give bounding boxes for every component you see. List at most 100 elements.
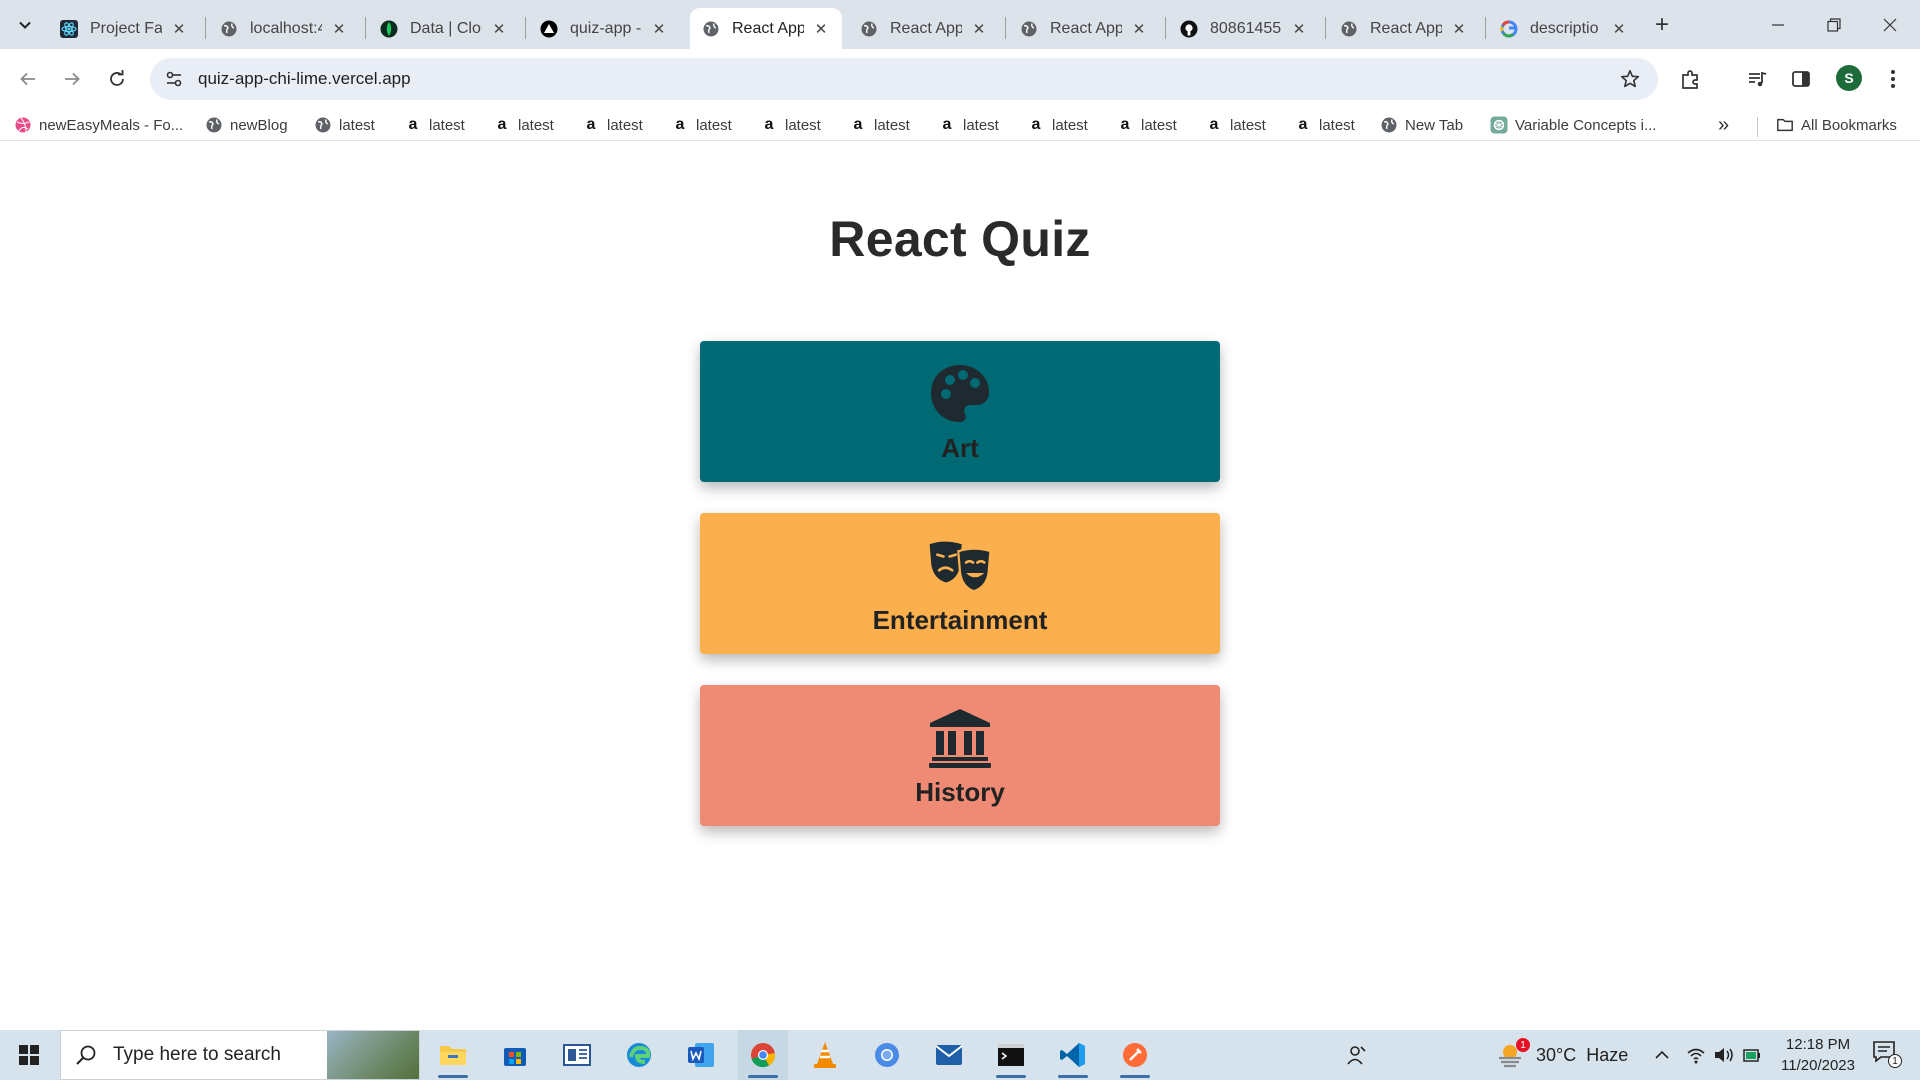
browser-tab[interactable]: Project Fai ✕ bbox=[48, 8, 200, 49]
bookmark-item[interactable]: a latest bbox=[671, 113, 732, 137]
profile-avatar[interactable]: S bbox=[1836, 65, 1862, 91]
taskbar-clock[interactable]: 12:18 PM 11/20/2023 bbox=[1768, 1034, 1868, 1076]
bookmark-item[interactable]: Variable Concepts i... bbox=[1490, 113, 1656, 137]
taskbar-word[interactable] bbox=[676, 1030, 726, 1080]
bookmark-item[interactable]: a latest bbox=[582, 113, 643, 137]
site-info-button[interactable] bbox=[156, 61, 192, 97]
close-icon[interactable]: ✕ bbox=[1290, 20, 1308, 38]
close-icon[interactable]: ✕ bbox=[1450, 20, 1468, 38]
bookmark-item[interactable]: a latest bbox=[849, 113, 910, 137]
tab-title: React App bbox=[732, 19, 804, 37]
reload-button[interactable] bbox=[101, 63, 133, 95]
minimize-icon bbox=[1772, 23, 1784, 26]
bookmark-item[interactable]: a latest bbox=[493, 113, 554, 137]
bookmark-item[interactable]: a latest bbox=[1116, 113, 1177, 137]
all-bookmarks-button[interactable]: All Bookmarks bbox=[1776, 113, 1897, 137]
battery-button[interactable] bbox=[1742, 1030, 1762, 1080]
address-bar[interactable]: quiz-app-chi-lime.vercel.app bbox=[150, 58, 1658, 100]
extensions-button[interactable] bbox=[1676, 64, 1706, 94]
bookmark-item[interactable]: New Tab bbox=[1380, 113, 1463, 137]
close-icon[interactable]: ✕ bbox=[970, 20, 988, 38]
new-tab-button[interactable]: + bbox=[1646, 10, 1678, 40]
weather-widget[interactable]: 1 30°C Haze bbox=[1496, 1030, 1628, 1080]
bookmark-item[interactable]: a latest bbox=[1294, 113, 1355, 137]
bookmark-item[interactable]: newBlog bbox=[205, 113, 288, 137]
browser-tab[interactable]: localhost:4 ✕ bbox=[208, 8, 360, 49]
minimize-button[interactable] bbox=[1750, 0, 1806, 49]
taskbar-chromium[interactable] bbox=[862, 1030, 912, 1080]
back-button[interactable] bbox=[12, 63, 44, 95]
weather-text: 30°C Haze bbox=[1536, 1044, 1629, 1065]
amazon-icon: a bbox=[675, 116, 685, 133]
bookmark-item[interactable]: a latest bbox=[760, 113, 821, 137]
people-button[interactable] bbox=[1346, 1030, 1368, 1080]
browser-menu-button[interactable] bbox=[1878, 64, 1908, 94]
tab-search-button[interactable] bbox=[10, 10, 40, 40]
category-history-card[interactable]: History bbox=[700, 685, 1220, 826]
chrome-icon bbox=[751, 1043, 776, 1068]
bookmark-item[interactable]: newEasyMeals - Fo... bbox=[14, 113, 183, 137]
restore-button[interactable] bbox=[1806, 0, 1862, 49]
tab-title: React App bbox=[1050, 19, 1122, 37]
browser-tab[interactable]: React App ✕ bbox=[848, 8, 1000, 49]
bookmark-item[interactable]: a latest bbox=[1205, 113, 1266, 137]
close-icon[interactable]: ✕ bbox=[1610, 20, 1628, 38]
notifications-button[interactable]: 1 bbox=[1872, 1030, 1902, 1080]
browser-tab[interactable]: 80861455 ✕ bbox=[1168, 8, 1320, 49]
mail-icon bbox=[935, 1045, 963, 1065]
more-bookmarks-button[interactable]: » bbox=[1718, 113, 1729, 137]
taskbar-terminal[interactable] bbox=[986, 1030, 1036, 1080]
category-entertainment-card[interactable]: Entertainment bbox=[700, 513, 1220, 654]
category-art-card[interactable]: Art bbox=[700, 341, 1220, 482]
bookmark-star-button[interactable] bbox=[1618, 67, 1642, 91]
close-icon[interactable]: ✕ bbox=[490, 20, 508, 38]
network-button[interactable] bbox=[1686, 1030, 1706, 1080]
bookmark-item[interactable]: latest bbox=[314, 113, 375, 137]
bookmark-label: latest bbox=[963, 116, 999, 134]
taskbar-edge[interactable] bbox=[614, 1030, 664, 1080]
browser-tab[interactable]: descriptio ✕ bbox=[1488, 8, 1640, 49]
bookmark-item[interactable]: a latest bbox=[938, 113, 999, 137]
taskbar-vlc[interactable] bbox=[800, 1030, 850, 1080]
show-hidden-icons-button[interactable] bbox=[1654, 1030, 1670, 1080]
volume-button[interactable] bbox=[1713, 1030, 1735, 1080]
browser-tab[interactable]: React App ✕ bbox=[1008, 8, 1160, 49]
bookmark-label: newBlog bbox=[230, 116, 288, 134]
close-icon[interactable]: ✕ bbox=[330, 20, 348, 38]
amazon-icon: a bbox=[1031, 116, 1041, 133]
bookmark-item[interactable]: a latest bbox=[404, 113, 465, 137]
terminal-icon bbox=[998, 1044, 1024, 1066]
taskbar-mail[interactable] bbox=[924, 1030, 974, 1080]
browser-tab-active[interactable]: React App ✕ bbox=[690, 8, 842, 49]
taskbar-search[interactable]: Type here to search bbox=[60, 1030, 420, 1080]
amazon-icon: a bbox=[408, 116, 418, 133]
start-button[interactable] bbox=[0, 1030, 58, 1080]
amazon-icon: a bbox=[853, 116, 863, 133]
close-window-button[interactable] bbox=[1862, 0, 1918, 49]
taskbar-file-explorer[interactable] bbox=[428, 1030, 478, 1080]
tab-title: descriptio bbox=[1530, 19, 1599, 37]
close-icon[interactable]: ✕ bbox=[1130, 20, 1148, 38]
bookmark-item[interactable]: a latest bbox=[1027, 113, 1088, 137]
taskbar-news[interactable] bbox=[552, 1030, 602, 1080]
windows-taskbar: Type here to search 1 30°C Haze 12:18 PM… bbox=[0, 1030, 1920, 1080]
close-icon[interactable]: ✕ bbox=[812, 20, 830, 38]
taskbar-postman[interactable] bbox=[1110, 1030, 1160, 1080]
close-icon[interactable]: ✕ bbox=[650, 20, 668, 38]
amazon-icon: a bbox=[497, 116, 507, 133]
forward-button[interactable] bbox=[56, 63, 88, 95]
browser-tab[interactable]: Data | Clou ✕ bbox=[368, 8, 520, 49]
taskbar-store[interactable] bbox=[490, 1030, 540, 1080]
taskbar-chrome[interactable] bbox=[738, 1030, 788, 1080]
globe-icon bbox=[1380, 116, 1398, 134]
taskbar-vscode[interactable] bbox=[1048, 1030, 1098, 1080]
browser-tab[interactable]: React App ✕ bbox=[1328, 8, 1480, 49]
globe-icon bbox=[220, 20, 238, 38]
running-indicator bbox=[438, 1075, 468, 1078]
side-panel-button[interactable] bbox=[1786, 64, 1816, 94]
url-text[interactable]: quiz-app-chi-lime.vercel.app bbox=[198, 69, 411, 89]
bookmarks-separator bbox=[1757, 117, 1758, 137]
media-controls-button[interactable] bbox=[1742, 64, 1772, 94]
browser-tab[interactable]: quiz-app - ✕ bbox=[528, 8, 680, 49]
close-icon[interactable]: ✕ bbox=[170, 20, 188, 38]
